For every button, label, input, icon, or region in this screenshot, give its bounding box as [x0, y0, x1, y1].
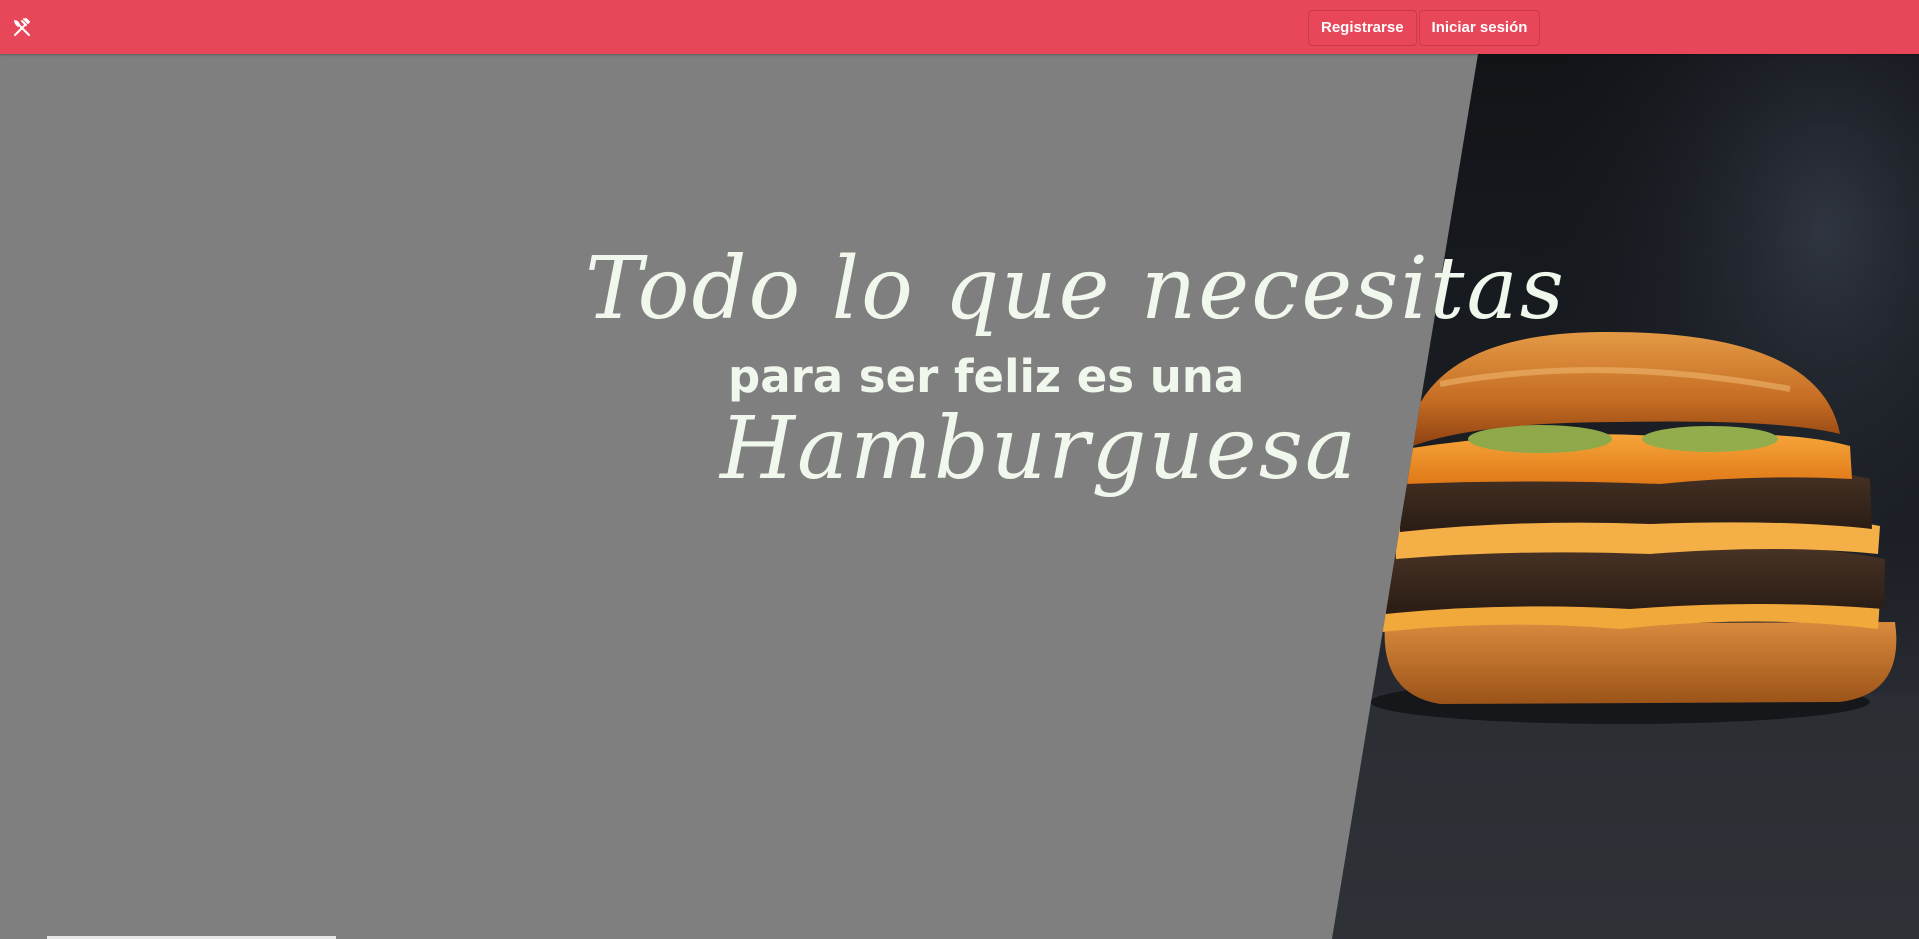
utensils-cross-icon[interactable]: [11, 17, 33, 39]
login-button[interactable]: Iniciar sesión: [1418, 10, 1541, 46]
auth-actions: Registrarse Iniciar sesión: [1308, 10, 1541, 46]
top-navbar: Registrarse Iniciar sesión: [0, 0, 1919, 54]
register-button[interactable]: Registrarse: [1308, 10, 1417, 46]
hero-section: Todo lo que necesitas para ser feliz es …: [0, 54, 1919, 939]
cheeseburger-photo: [1332, 54, 1919, 939]
